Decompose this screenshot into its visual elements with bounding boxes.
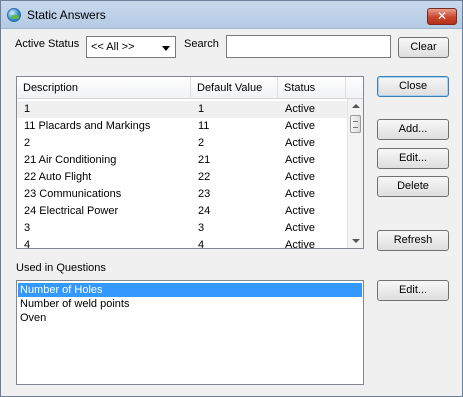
cell-description: 22 Auto Flight <box>24 171 92 183</box>
cell-default-value: 11 <box>198 120 210 132</box>
close-button[interactable]: Close <box>377 76 449 97</box>
add-button[interactable]: Add... <box>377 119 449 140</box>
active-status-dropdown[interactable]: << All >> <box>86 36 176 58</box>
table-row[interactable]: 2 2 Active <box>17 135 347 152</box>
cell-status: Active <box>285 188 315 200</box>
scroll-down-arrow-icon[interactable] <box>352 239 360 243</box>
cell-status: Active <box>285 239 315 249</box>
list-item[interactable]: Number of Holes <box>18 283 362 297</box>
list-item[interactable]: Number of weld points <box>18 297 362 311</box>
cell-description: 21 Air Conditioning <box>24 154 117 166</box>
scrollbar-thumb[interactable] <box>350 115 361 133</box>
search-label: Search <box>184 38 219 50</box>
static-answers-window: Static Answers ✕ Active Status << All >>… <box>0 0 463 397</box>
cell-status: Active <box>285 222 315 234</box>
cell-default-value: 1 <box>198 103 205 115</box>
active-status-label: Active Status <box>15 38 80 50</box>
cell-status: Active <box>285 171 315 183</box>
cell-default-value: 24 <box>198 205 211 217</box>
column-header-status[interactable]: Status <box>278 77 346 99</box>
cell-description: 24 Electrical Power <box>24 205 119 217</box>
table-row[interactable]: 4 4 Active <box>17 237 347 249</box>
column-header-default-value[interactable]: Default Value <box>191 77 278 99</box>
table-header: Description Default Value Status <box>17 77 363 99</box>
cell-description: 3 <box>24 222 31 234</box>
search-input[interactable] <box>226 35 391 58</box>
column-header-description[interactable]: Description <box>17 77 191 99</box>
table-row[interactable]: 23 Communications 23 Active <box>17 186 347 203</box>
used-in-questions-list[interactable]: Number of Holes Number of weld points Ov… <box>16 280 364 385</box>
cell-status: Active <box>285 103 315 115</box>
cell-description: 11 Placards and Markings <box>24 120 151 132</box>
cell-status: Active <box>285 137 315 149</box>
static-answers-table: Description Default Value Status 1 1 Act… <box>16 76 364 249</box>
window-close-button[interactable]: ✕ <box>427 8 457 25</box>
cell-default-value: 21 <box>198 154 211 166</box>
table-row[interactable]: 22 Auto Flight 22 Active <box>17 169 347 186</box>
window-title: Static Answers <box>27 8 106 22</box>
cell-default-value: 2 <box>198 137 205 149</box>
scroll-up-arrow-icon[interactable] <box>352 104 360 108</box>
cell-status: Active <box>285 154 315 166</box>
table-vertical-scrollbar[interactable] <box>347 99 363 248</box>
table-row[interactable]: 3 3 Active <box>17 220 347 237</box>
refresh-button[interactable]: Refresh <box>377 230 449 251</box>
delete-button[interactable]: Delete <box>377 176 449 197</box>
cell-description: 23 Communications <box>24 188 122 200</box>
edit-answer-button[interactable]: Edit... <box>377 148 449 169</box>
globe-icon <box>7 8 21 22</box>
cell-status: Active <box>285 205 315 217</box>
table-row[interactable]: 1 1 Active <box>17 101 347 118</box>
title-bar[interactable]: Static Answers ✕ <box>1 1 462 29</box>
table-row[interactable]: 11 Placards and Markings 11 Active <box>17 118 347 135</box>
table-row[interactable]: 24 Electrical Power 24 Active <box>17 203 347 220</box>
cell-status: Active <box>285 120 315 132</box>
cell-description: 2 <box>24 137 31 149</box>
list-item[interactable]: Oven <box>18 311 362 325</box>
cell-default-value: 3 <box>198 222 205 234</box>
active-status-value: << All >> <box>91 41 135 53</box>
used-in-questions-label: Used in Questions <box>16 262 106 274</box>
table-row[interactable]: 21 Air Conditioning 21 Active <box>17 152 347 169</box>
cell-default-value: 22 <box>198 171 211 183</box>
cell-default-value: 23 <box>198 188 211 200</box>
cell-default-value: 4 <box>198 239 205 249</box>
edit-question-button[interactable]: Edit... <box>377 280 449 301</box>
cell-description: 1 <box>24 103 31 115</box>
chevron-down-icon <box>162 46 170 51</box>
cell-description: 4 <box>24 239 31 249</box>
clear-button[interactable]: Clear <box>398 37 449 58</box>
